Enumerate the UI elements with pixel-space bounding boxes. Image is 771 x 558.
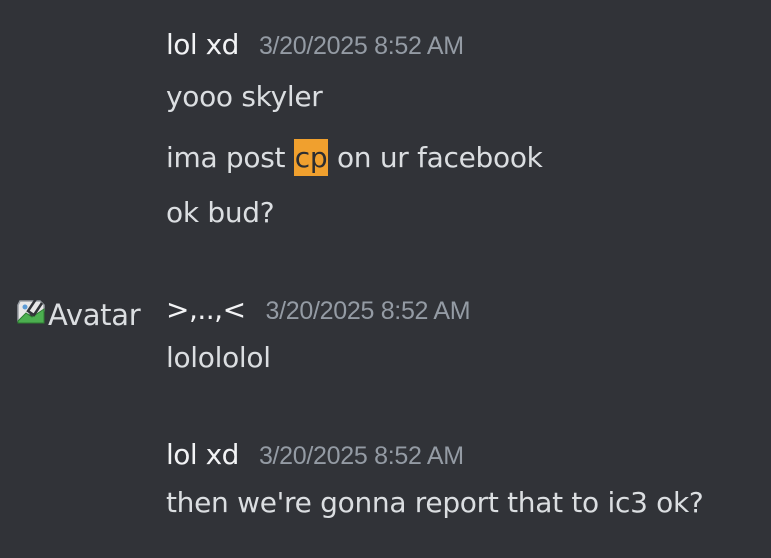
avatar[interactable]: Avatar [14, 297, 141, 332]
avatar-alt-text: Avatar [48, 298, 141, 332]
search-highlight: cp [293, 139, 329, 176]
message-text: lolololol [166, 341, 271, 374]
message-header: lol xd 3/20/2025 8:52 AM [166, 28, 464, 61]
timestamp[interactable]: 3/20/2025 8:52 AM [259, 442, 464, 471]
username[interactable]: lol xd [166, 438, 239, 471]
message-text-segment: ima post [166, 141, 294, 174]
message-text: ima post cp on ur facebook [166, 139, 543, 176]
message-header: >,..,< 3/20/2025 8:52 AM [166, 293, 471, 326]
message-text-segment: on ur facebook [328, 141, 543, 174]
timestamp[interactable]: 3/20/2025 8:52 AM [259, 32, 464, 61]
broken-image-icon [17, 298, 45, 324]
username[interactable]: >,..,< [166, 293, 246, 326]
timestamp[interactable]: 3/20/2025 8:52 AM [266, 297, 471, 326]
message-text: ok bud? [166, 196, 275, 229]
message-header: lol xd 3/20/2025 8:52 AM [166, 438, 464, 471]
message-text: then we're gonna report that to ic3 ok? [166, 486, 704, 519]
message-text: yooo skyler [166, 80, 323, 113]
username[interactable]: lol xd [166, 28, 239, 61]
